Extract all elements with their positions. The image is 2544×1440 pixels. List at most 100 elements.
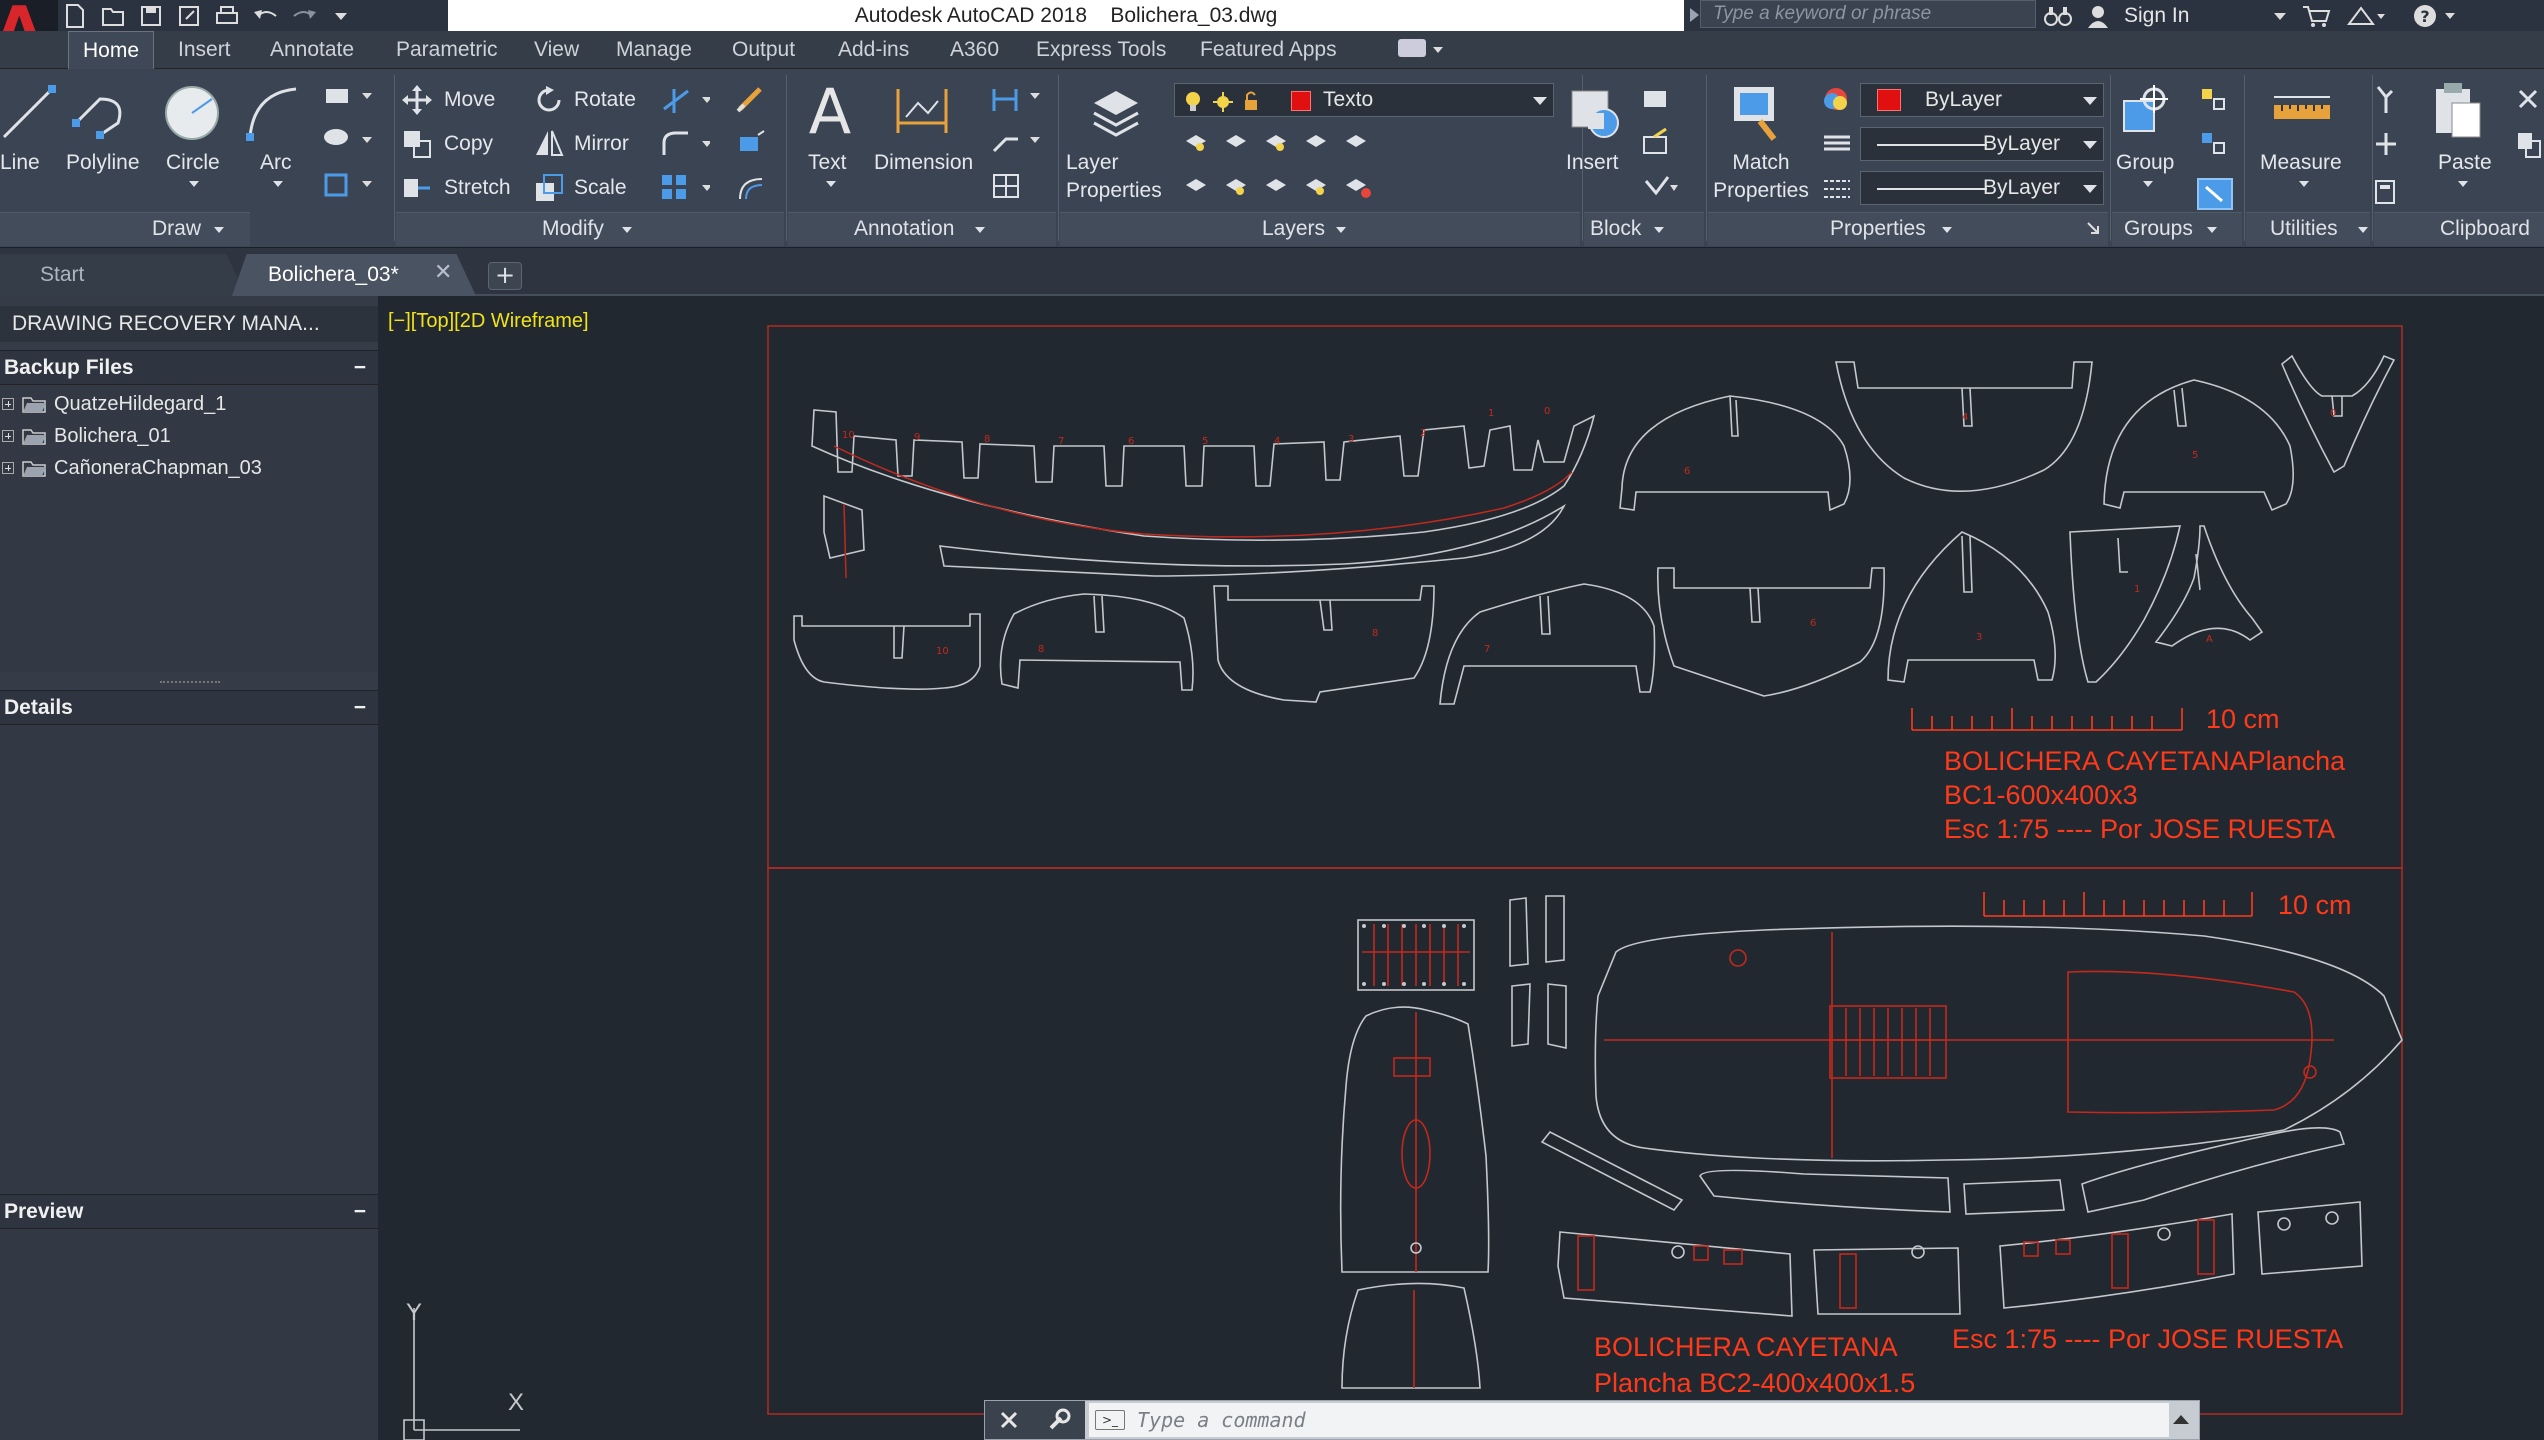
groups-panel-expand-icon[interactable] bbox=[2207, 227, 2217, 233]
arc-icon[interactable] bbox=[242, 83, 302, 143]
dimension-button[interactable]: Dimension bbox=[874, 149, 973, 177]
tab-a360[interactable]: A360 bbox=[950, 31, 999, 69]
utilities-extra-icons[interactable] bbox=[2372, 83, 2402, 207]
fillet-icon[interactable] bbox=[660, 129, 710, 159]
draw-extra-icons[interactable] bbox=[322, 83, 378, 203]
tab-featured-apps[interactable]: Featured Apps bbox=[1200, 31, 1337, 69]
sign-in-dropdown-icon[interactable] bbox=[2273, 9, 2287, 23]
command-input[interactable]: >_ Type a command bbox=[1089, 1403, 2169, 1437]
circle-button[interactable]: Circle bbox=[166, 149, 220, 177]
measure-icon[interactable] bbox=[2270, 91, 2334, 131]
text-button[interactable]: Text bbox=[808, 149, 847, 177]
details-header[interactable]: Details − bbox=[0, 690, 378, 724]
tab-home[interactable]: Home bbox=[68, 31, 155, 69]
scale-icon[interactable] bbox=[534, 173, 564, 203]
drawing-geometry[interactable]: 10 9 8 7 6 5 4 3 2 1 0 6 4 5 0 10 8 8 7 … bbox=[384, 296, 2544, 1440]
circle-dropdown-icon[interactable] bbox=[189, 181, 199, 187]
layer-state-icons[interactable] bbox=[1183, 90, 1293, 114]
group-icon[interactable] bbox=[2118, 81, 2178, 143]
stretch-icon[interactable] bbox=[402, 173, 432, 203]
qat-dropdown-icon[interactable] bbox=[328, 3, 354, 29]
draw-panel-label[interactable]: Draw bbox=[152, 215, 201, 243]
help-icon[interactable]: ? bbox=[2413, 3, 2459, 29]
rotate-icon[interactable] bbox=[534, 85, 564, 115]
circle-icon[interactable] bbox=[162, 83, 222, 143]
tree-item[interactable]: QuatzeHildegard_1 bbox=[0, 389, 226, 419]
save-icon[interactable] bbox=[138, 3, 164, 29]
undo-icon[interactable] bbox=[252, 3, 278, 29]
copy-button[interactable]: Copy bbox=[444, 130, 493, 158]
measure-dropdown-icon[interactable] bbox=[2299, 181, 2309, 187]
tab-output[interactable]: Output bbox=[732, 31, 795, 69]
draw-panel-footer[interactable] bbox=[0, 212, 250, 246]
layers-panel-expand-icon[interactable] bbox=[1336, 227, 1346, 233]
preview-header[interactable]: Preview − bbox=[0, 1194, 378, 1228]
tab-insert[interactable]: Insert bbox=[178, 31, 231, 69]
linetype-dropdown[interactable]: ByLayer bbox=[1860, 127, 2104, 161]
close-tab-icon[interactable]: ✕ bbox=[434, 260, 452, 285]
groups-panel-label[interactable]: Groups bbox=[2124, 215, 2193, 243]
layer-properties-button[interactable]: Layer bbox=[1066, 149, 1119, 177]
command-history-up-icon[interactable] bbox=[2173, 1415, 2189, 1424]
block-panel-label[interactable]: Block bbox=[1590, 215, 1641, 243]
block-panel-expand-icon[interactable] bbox=[1654, 227, 1664, 233]
annotation-extra-icons[interactable] bbox=[990, 83, 1046, 203]
save-as-icon[interactable] bbox=[176, 3, 202, 29]
open-icon[interactable] bbox=[100, 3, 126, 29]
line-icon[interactable] bbox=[0, 83, 58, 143]
mirror-button[interactable]: Mirror bbox=[574, 130, 629, 158]
tab-express-tools[interactable]: Express Tools bbox=[1036, 31, 1166, 69]
tree-item[interactable]: Bolichera_01 bbox=[0, 421, 171, 451]
group-tools-icons[interactable] bbox=[2196, 83, 2236, 211]
lineweight-dropdown[interactable]: ByLayer bbox=[1860, 171, 2104, 205]
properties-panel-expand-icon[interactable] bbox=[1942, 227, 1952, 233]
sign-in-button[interactable]: Sign In bbox=[2124, 4, 2189, 28]
erase-icon[interactable] bbox=[736, 83, 766, 113]
close-command-line-icon[interactable] bbox=[999, 1410, 1019, 1430]
paste-icon[interactable] bbox=[2432, 81, 2486, 141]
layer-dropdown[interactable]: Texto bbox=[1174, 83, 1554, 117]
expand-icon[interactable] bbox=[2, 462, 14, 474]
new-file-icon[interactable] bbox=[62, 3, 88, 29]
user-icon[interactable] bbox=[2086, 4, 2110, 28]
binoculars-icon[interactable] bbox=[2044, 5, 2072, 27]
collapse-details-icon[interactable]: − bbox=[354, 691, 366, 725]
arc-dropdown-icon[interactable] bbox=[273, 181, 283, 187]
collapse-preview-icon[interactable]: − bbox=[354, 1195, 366, 1229]
paste-button[interactable]: Paste bbox=[2438, 149, 2492, 177]
move-icon[interactable] bbox=[402, 85, 432, 115]
polyline-button[interactable]: Polyline bbox=[66, 149, 140, 177]
utilities-panel-expand-icon[interactable] bbox=[2358, 227, 2368, 233]
explode-icon[interactable] bbox=[736, 129, 766, 159]
plot-icon[interactable] bbox=[214, 3, 240, 29]
annotation-panel-label[interactable]: Annotation bbox=[854, 215, 954, 243]
splitter-grip[interactable] bbox=[160, 681, 220, 687]
search-expand-icon[interactable] bbox=[1690, 8, 1699, 22]
scale-button[interactable]: Scale bbox=[574, 174, 627, 202]
layer-properties-button-line2[interactable]: Properties bbox=[1066, 177, 1162, 205]
drawing-canvas[interactable]: 10 9 8 7 6 5 4 3 2 1 0 6 4 5 0 10 8 8 7 … bbox=[384, 296, 2544, 1440]
backup-files-header[interactable]: Backup Files − bbox=[0, 350, 378, 384]
draw-panel-expand-icon[interactable] bbox=[214, 227, 224, 233]
stretch-button[interactable]: Stretch bbox=[444, 174, 511, 202]
trim-icon[interactable] bbox=[660, 85, 710, 115]
layer-properties-icon[interactable] bbox=[1088, 83, 1144, 139]
arc-button[interactable]: Arc bbox=[260, 149, 292, 177]
color-dropdown[interactable]: ByLayer bbox=[1860, 83, 2104, 117]
file-tab-start[interactable]: Start bbox=[0, 254, 246, 296]
redo-icon[interactable] bbox=[290, 3, 316, 29]
group-button[interactable]: Group bbox=[2116, 149, 2174, 177]
expand-icon[interactable] bbox=[2, 398, 14, 410]
collapse-backup-icon[interactable]: − bbox=[354, 351, 366, 385]
ribbon-minimize-icon[interactable] bbox=[1398, 39, 1426, 57]
polyline-icon[interactable] bbox=[70, 83, 136, 143]
cart-icon[interactable] bbox=[2301, 4, 2331, 28]
insert-button[interactable]: Insert bbox=[1566, 149, 1619, 177]
recent-commands-icon[interactable]: >_ bbox=[1095, 1410, 1125, 1430]
text-dropdown-icon[interactable] bbox=[826, 181, 836, 187]
offset-icon[interactable] bbox=[736, 173, 766, 203]
mirror-icon[interactable] bbox=[534, 129, 564, 159]
modify-panel-label[interactable]: Modify bbox=[542, 215, 604, 243]
properties-side-icons[interactable] bbox=[1822, 87, 1856, 207]
rotate-button[interactable]: Rotate bbox=[574, 86, 636, 114]
